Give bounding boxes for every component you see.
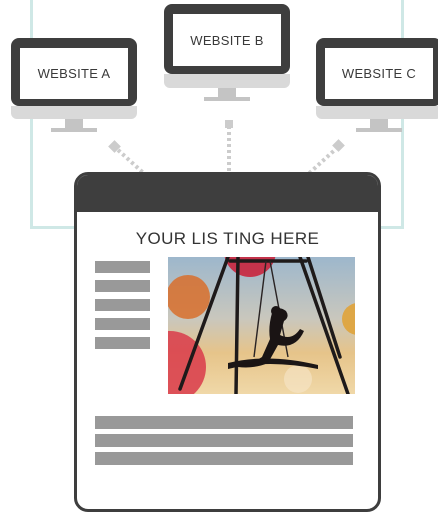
monitor-chin	[11, 106, 137, 119]
monitor-base	[356, 128, 402, 132]
monitor-screen: WEBSITE C	[325, 48, 433, 99]
monitor-website-b: WEBSITE B	[164, 4, 290, 102]
website-b-label: WEBSITE B	[190, 32, 264, 48]
text-placeholder-bar	[95, 299, 150, 311]
listing-title: YOUR LIS TING HERE	[135, 229, 320, 248]
description-placeholder-bar	[95, 434, 353, 447]
monitor-base	[204, 97, 250, 101]
monitor-neck	[370, 119, 388, 128]
monitor-neck	[65, 119, 83, 128]
text-placeholder-bar	[95, 280, 150, 292]
monitor-screen: WEBSITE A	[20, 48, 128, 99]
connector-c-end-icon	[332, 139, 345, 152]
description-placeholder-bar	[95, 416, 353, 429]
website-c-label: WEBSITE C	[341, 66, 417, 81]
connector-b-end-icon	[225, 120, 233, 128]
monitor-neck	[218, 88, 236, 97]
monitor-website-a: WEBSITE A	[11, 38, 137, 134]
listing-header-bar	[77, 175, 378, 212]
text-placeholder-bar	[95, 261, 150, 273]
monitor-base	[51, 128, 97, 132]
text-placeholder-bar	[95, 318, 150, 330]
text-placeholder-bar	[95, 337, 150, 349]
monitor-chin	[316, 106, 438, 119]
listing-card: YOUR LIS TING HERE	[74, 172, 381, 512]
description-placeholder-bar	[95, 452, 353, 465]
monitor-screen: WEBSITE B	[173, 14, 281, 66]
listing-photo	[168, 257, 355, 394]
website-a-label: WEBSITE A	[37, 66, 111, 81]
monitor-chin	[164, 74, 290, 88]
monitor-website-c: WEBSITE C	[316, 38, 438, 134]
